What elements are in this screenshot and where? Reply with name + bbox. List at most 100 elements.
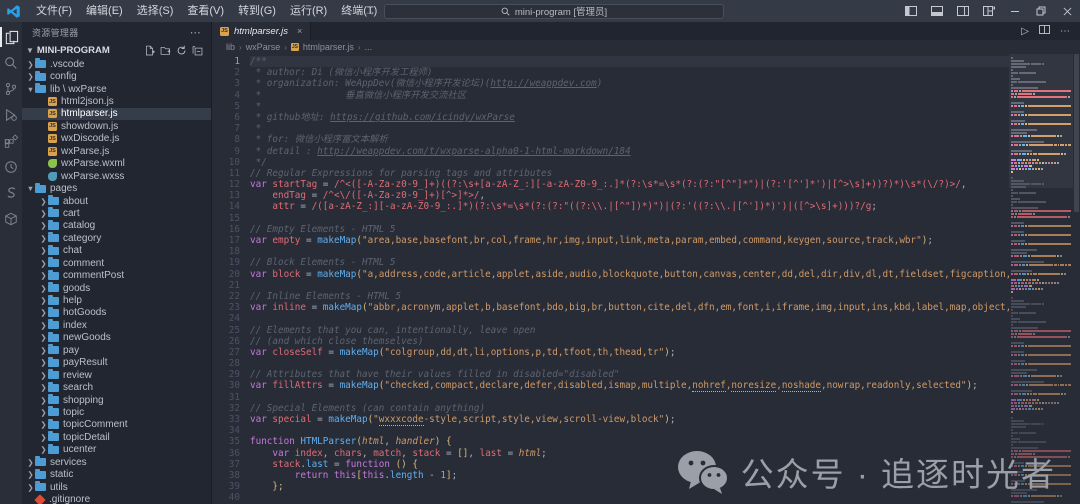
tree-item-wxparse.js[interactable]: JS wxParse.js [22, 145, 211, 157]
line-number[interactable]: 37 [212, 459, 240, 470]
tree-item-htmlparser.js[interactable]: JS htmlparser.js [22, 107, 211, 121]
tree-item-payresult[interactable]: ❯ payResult [22, 356, 211, 369]
line-number[interactable]: 4 [212, 90, 240, 101]
code-line[interactable]: endTag = /^<\/([-A-Za-z0-9_]+)[^>]*>/, [250, 190, 1009, 201]
vertical-scrollbar[interactable] [1073, 54, 1080, 504]
line-number[interactable]: 16 [212, 224, 240, 235]
line-number[interactable]: 33 [212, 414, 240, 425]
tree-item-cart[interactable]: ❯ cart [22, 207, 211, 219]
code-line[interactable]: * [250, 101, 1009, 112]
line-number[interactable]: 30 [212, 380, 240, 391]
tree-item-index[interactable]: ❯ index [22, 319, 211, 331]
run-debug-icon[interactable] [0, 102, 22, 128]
code-line[interactable]: // Regular Expressions for parsing tags … [250, 168, 1009, 179]
line-number[interactable]: 31 [212, 392, 240, 403]
line-number[interactable]: 34 [212, 425, 240, 436]
s-extension-icon[interactable] [0, 180, 22, 206]
restore-button[interactable] [1028, 0, 1054, 22]
editor-more-actions-icon[interactable]: ⋯ [1060, 26, 1070, 37]
menu-e[interactable]: 编辑(E) [79, 5, 130, 17]
tree-item-catalog[interactable]: ❯ catalog [22, 219, 211, 232]
source-control-icon[interactable] [0, 76, 22, 102]
code-line[interactable]: function HTMLParser(html, handler) { [250, 436, 1009, 447]
tree-item-about[interactable]: ❯ about [22, 195, 211, 207]
line-number[interactable]: 3 [212, 78, 240, 89]
line-number[interactable]: 23 [212, 302, 240, 313]
collapse-all-icon[interactable] [192, 45, 203, 56]
tree-item-topiccomment[interactable]: ❯ topicComment [22, 418, 211, 431]
split-editor-icon[interactable] [1039, 25, 1050, 37]
code-line[interactable]: * organization: WeAppDev(微信小程序开发论坛)(http… [250, 78, 1009, 89]
tree-item-comment[interactable]: ❯ comment [22, 257, 211, 269]
line-number[interactable]: 32 [212, 403, 240, 414]
code-line[interactable]: * author: Di (微信小程序开发工程师) [250, 67, 1009, 78]
line-number[interactable]: 14 [212, 201, 240, 212]
tree-item-.gitignore[interactable]: .gitignore [22, 493, 211, 504]
tree-item-html2json.js[interactable]: JS html2json.js [22, 95, 211, 107]
line-number[interactable]: 1 [212, 56, 240, 67]
tree-item-pay[interactable]: ❯ pay [22, 344, 211, 356]
tree-item-static[interactable]: ❯ static [22, 468, 211, 480]
code-line[interactable]: // Block Elements - HTML 5 [250, 257, 1009, 268]
run-button[interactable]: ▷ [1021, 26, 1029, 37]
code-line[interactable]: // Inline Elements - HTML 5 [250, 291, 1009, 302]
code-line[interactable]: var startTag = /^<([-A-Za-z0-9_]+)((?:\s… [250, 179, 1009, 190]
toggle-panel-icon[interactable] [924, 0, 950, 22]
code-line[interactable] [250, 313, 1009, 324]
line-number[interactable]: 5 [212, 101, 240, 112]
line-number[interactable]: 29 [212, 369, 240, 380]
tree-item-newgoods[interactable]: ❯ newGoods [22, 331, 211, 344]
tree-item-lib-wxparse[interactable]: ▼ lib \ wxParse [22, 83, 211, 95]
code-content[interactable]: /** * author: Di (微信小程序开发工程师) * organiza… [250, 54, 1009, 504]
code-line[interactable]: // Elements that you can, intentionally,… [250, 325, 1009, 336]
tree-item-topic[interactable]: ❯ topic [22, 406, 211, 418]
line-number[interactable]: 19 [212, 257, 240, 268]
menu-g[interactable]: 转到(G) [231, 5, 283, 17]
code-line[interactable]: // Special Elements (can contain anythin… [250, 403, 1009, 414]
close-button[interactable] [1054, 0, 1080, 22]
breadcrumb-item[interactable]: ... [365, 42, 373, 52]
tree-item-category[interactable]: ❯ category [22, 232, 211, 244]
tree-item-utils[interactable]: ❯ utils [22, 481, 211, 493]
code-line[interactable]: // (and which close themselves) [250, 336, 1009, 347]
tree-item-shopping[interactable]: ❯ shopping [22, 394, 211, 406]
line-number[interactable]: 21 [212, 280, 240, 291]
line-number[interactable]: 2 [212, 67, 240, 78]
line-number[interactable]: 27 [212, 347, 240, 358]
new-folder-icon[interactable] [160, 45, 171, 56]
new-file-icon[interactable] [144, 45, 155, 56]
line-number[interactable]: 28 [212, 358, 240, 369]
breadcrumb-item[interactable]: wxParse [246, 42, 281, 52]
toggle-sidebar-icon[interactable] [898, 0, 924, 22]
line-number[interactable]: 39 [212, 481, 240, 492]
line-number[interactable]: 9 [212, 146, 240, 157]
code-line[interactable]: // Empty Elements - HTML 5 [250, 224, 1009, 235]
code-line[interactable]: * detail : http://weappdev.com/t/wxparse… [250, 146, 1009, 157]
tree-item-chat[interactable]: ❯ chat [22, 244, 211, 257]
code-line[interactable]: var empty = makeMap("area,base,basefont,… [250, 235, 1009, 246]
explorer-icon[interactable] [0, 24, 22, 50]
tree-item-config[interactable]: ❯ config [22, 70, 211, 82]
toggle-secondary-sidebar-icon[interactable] [950, 0, 976, 22]
code-line[interactable]: * 垂直微信小程序开发交流社区 [250, 90, 1009, 101]
command-center-search[interactable]: mini-program [管理员] [384, 3, 724, 19]
nav-back-icon[interactable]: ← [340, 4, 356, 18]
tree-item-topicdetail[interactable]: ❯ topicDetail [22, 431, 211, 443]
code-line[interactable]: /** [250, 56, 1009, 68]
breadcrumb-item[interactable]: htmlparser.js [303, 42, 354, 52]
line-number[interactable]: 22 [212, 291, 240, 302]
code-line[interactable] [250, 392, 1009, 403]
explorer-section-header[interactable]: ▼ MINI-PROGRAM [22, 42, 211, 58]
line-number[interactable]: 11 [212, 168, 240, 179]
clock-icon[interactable] [0, 154, 22, 180]
menu-f[interactable]: 文件(F) [29, 5, 79, 17]
menu-s[interactable]: 选择(S) [130, 5, 181, 17]
tree-item-commentpost[interactable]: ❯ commentPost [22, 269, 211, 281]
code-line[interactable]: * github地址: https://github.com/icindy/wx… [250, 112, 1009, 123]
line-number[interactable]: 38 [212, 470, 240, 481]
code-line[interactable] [250, 213, 1009, 224]
line-number[interactable]: 15 [212, 213, 240, 224]
extensions-icon[interactable] [0, 128, 22, 154]
menu-r[interactable]: 运行(R) [283, 5, 334, 17]
tree-item-help[interactable]: ❯ help [22, 294, 211, 306]
